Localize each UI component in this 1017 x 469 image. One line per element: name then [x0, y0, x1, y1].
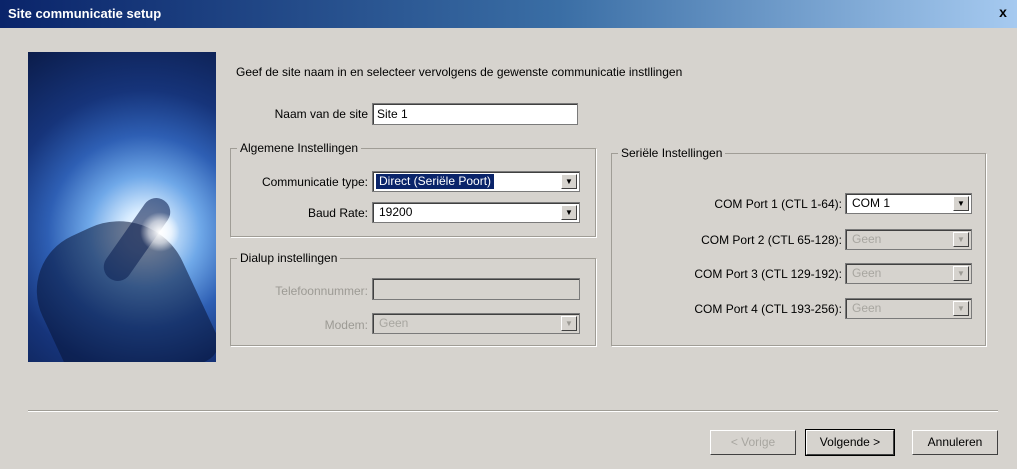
- com-port-4-label: COM Port 4 (CTL 193-256):: [694, 302, 842, 316]
- com-port-4-select[interactable]: Geen ▼: [845, 298, 972, 319]
- com-port-3-select[interactable]: Geen ▼: [845, 263, 972, 284]
- light-flare: [140, 212, 180, 252]
- cancel-button[interactable]: Annuleren: [912, 430, 998, 455]
- chevron-down-icon[interactable]: ▼: [953, 232, 969, 247]
- com-port-1-value: COM 1: [852, 196, 891, 210]
- chevron-down-icon[interactable]: ▼: [953, 266, 969, 281]
- dialup-settings-title: Dialup instellingen: [237, 251, 341, 265]
- chevron-down-icon[interactable]: ▼: [561, 205, 577, 220]
- dialog-window: Site communicatie setup x Geef de site n…: [0, 0, 1017, 469]
- general-settings-group: Algemene Instellingen: [230, 141, 596, 237]
- window-title: Site communicatie setup: [8, 6, 162, 21]
- com-port-2-value: Geen: [852, 232, 882, 246]
- com-port-3-label: COM Port 3 (CTL 129-192):: [694, 267, 842, 281]
- modem-label: Modem:: [324, 318, 368, 332]
- phone-input[interactable]: [372, 278, 580, 300]
- com-port-1-select[interactable]: COM 1 ▼: [845, 193, 972, 214]
- back-button[interactable]: < Vorige: [710, 430, 796, 455]
- footer-separator: [28, 410, 998, 412]
- chevron-down-icon[interactable]: ▼: [561, 174, 577, 189]
- chevron-down-icon[interactable]: ▼: [953, 196, 969, 211]
- instruction-text: Geef de site naam in en selecteer vervol…: [236, 65, 683, 79]
- general-settings-title: Algemene Instellingen: [237, 141, 362, 155]
- hero-image: [28, 52, 216, 362]
- serial-settings-title: Seriële Instellingen: [618, 146, 726, 160]
- chevron-down-icon[interactable]: ▼: [561, 316, 577, 331]
- baud-rate-label: Baud Rate:: [307, 206, 368, 220]
- com-port-1-label: COM Port 1 (CTL 1-64):: [714, 197, 842, 211]
- com-port-4-value: Geen: [852, 301, 882, 315]
- comm-type-select[interactable]: Direct (Seriële Poort) ▼: [372, 171, 580, 192]
- phone-label: Telefoonnummer:: [275, 284, 368, 298]
- baud-rate-select[interactable]: 19200 ▼: [372, 202, 580, 223]
- modem-select[interactable]: Geen ▼: [372, 313, 580, 334]
- com-port-3-value: Geen: [852, 266, 882, 280]
- chevron-down-icon[interactable]: ▼: [953, 301, 969, 316]
- site-name-input[interactable]: Site 1: [372, 103, 578, 125]
- com-port-2-label: COM Port 2 (CTL 65-128):: [701, 233, 842, 247]
- close-icon[interactable]: x: [995, 5, 1011, 21]
- comm-type-value: Direct (Seriële Poort): [376, 174, 495, 189]
- com-port-2-select[interactable]: Geen ▼: [845, 229, 972, 250]
- title-bar: Site communicatie setup x: [0, 0, 1017, 28]
- modem-value: Geen: [379, 316, 409, 330]
- comm-type-label: Communicatie type:: [261, 175, 368, 189]
- site-name-label: Naam van de site: [274, 107, 368, 121]
- next-button[interactable]: Volgende >: [805, 429, 895, 456]
- baud-rate-value: 19200: [379, 205, 413, 219]
